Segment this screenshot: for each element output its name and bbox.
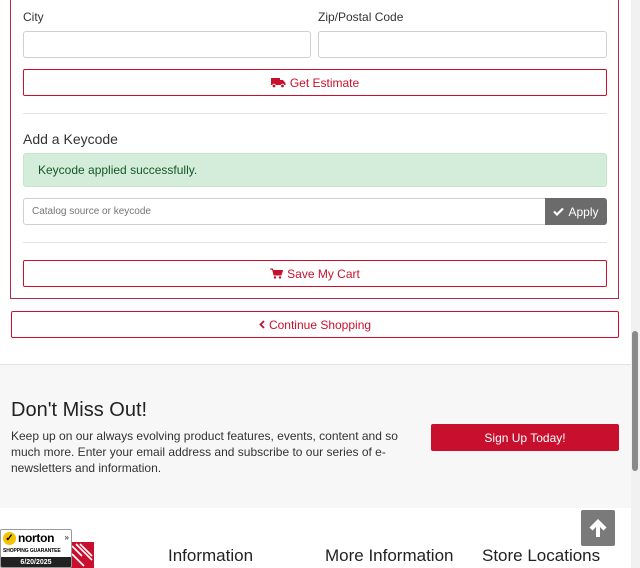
footer-heading-store-locations: Store Locations (482, 546, 601, 565)
norton-date: 6/20/2025 (1, 557, 71, 567)
chevron-left-icon (259, 320, 265, 329)
shopping-cart-icon (270, 268, 284, 279)
keycode-input[interactable] (23, 198, 546, 225)
page-scrollbar-thumb[interactable] (632, 331, 638, 471)
zip-label: Zip/Postal Code (318, 10, 404, 24)
brand-logo[interactable] (70, 542, 94, 568)
keycode-success-alert: Keycode applied successfully. (23, 153, 607, 187)
truck-icon (270, 78, 286, 88)
cart-summary-panel: City Zip/Postal Code Get Estimate Add a … (10, 0, 619, 299)
arrow-up-icon (589, 519, 607, 537)
keycode-title: Add a Keycode (23, 131, 118, 147)
apply-keycode-button[interactable]: Apply (545, 198, 607, 225)
keycode-success-text: Keycode applied successfully. (38, 163, 198, 177)
city-label: City (23, 10, 44, 24)
get-estimate-label: Get Estimate (289, 75, 360, 90)
continue-shopping-button[interactable]: Continue Shopping (11, 311, 619, 338)
apply-label: Apply (568, 204, 599, 219)
continue-shopping-label: Continue Shopping (268, 317, 372, 332)
city-input[interactable] (23, 31, 311, 58)
norton-brand-text: norton (18, 531, 55, 545)
check-icon (553, 207, 565, 216)
newsletter-section: Don't Miss Out! Keep up on our always ev… (0, 365, 631, 508)
page-scrollbar-track[interactable] (631, 0, 640, 568)
divider (23, 113, 607, 114)
save-cart-label: Save My Cart (287, 266, 360, 281)
newsletter-text: Keep up on our always evolving product f… (11, 429, 398, 475)
scroll-to-top-button[interactable] (581, 510, 615, 546)
newsletter-title: Don't Miss Out! (11, 399, 148, 421)
norton-check-icon: ✓ (3, 531, 16, 545)
norton-chevron-icon: » (64, 533, 69, 542)
divider (23, 242, 607, 243)
get-estimate-button[interactable]: Get Estimate (23, 69, 607, 96)
footer-heading-information: Information (168, 546, 254, 565)
zip-input[interactable] (318, 31, 607, 58)
footer-heading-more-information: More Information (325, 546, 454, 565)
norton-shopping-guarantee-badge[interactable]: ✓ norton » SHOPPING GUARANTEE 6/20/2025 (0, 529, 72, 568)
sign-up-button[interactable]: Sign Up Today! (431, 424, 619, 451)
norton-subtitle: SHOPPING GUARANTEE (3, 548, 61, 554)
save-cart-button[interactable]: Save My Cart (23, 260, 607, 287)
